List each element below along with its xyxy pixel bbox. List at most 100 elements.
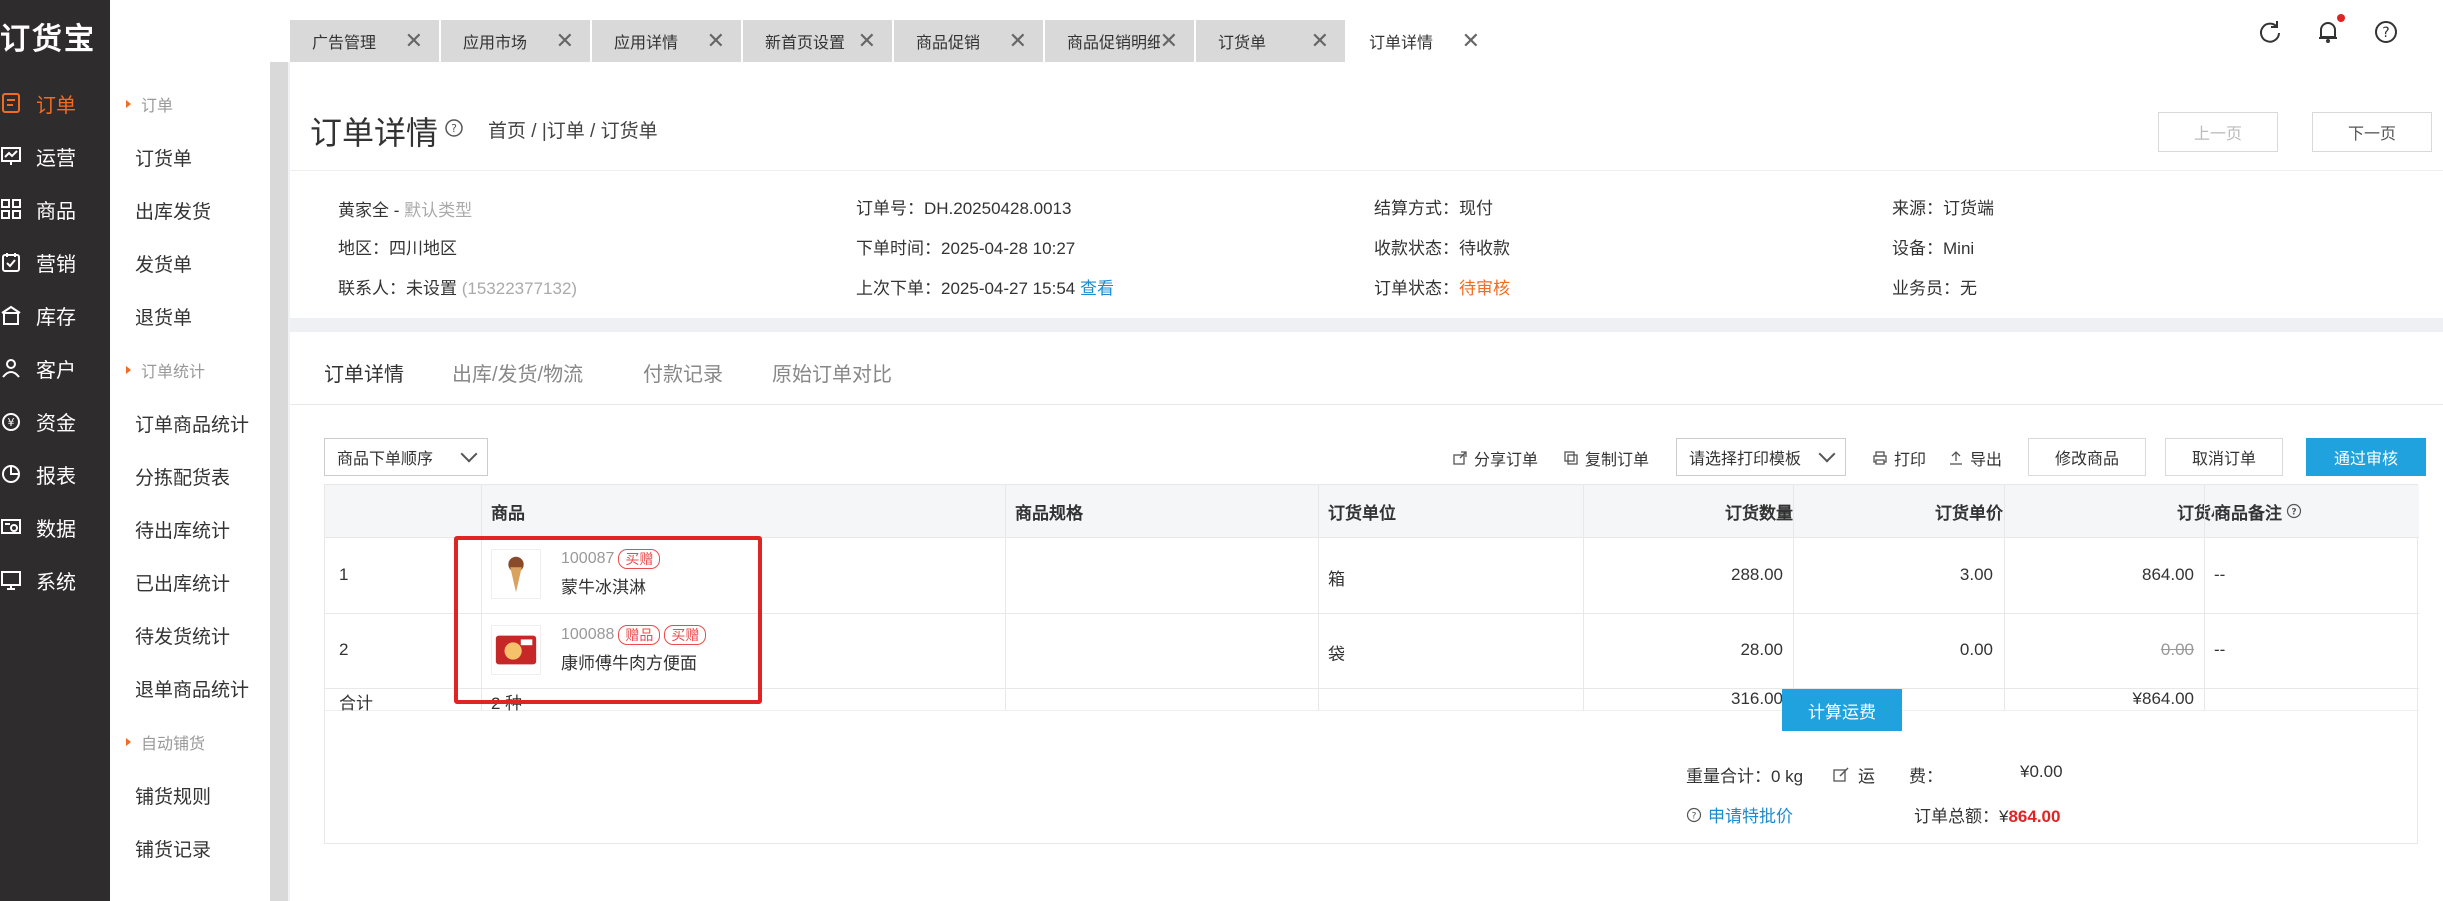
- refresh-icon[interactable]: [2256, 18, 2284, 46]
- help-icon[interactable]: ?: [2372, 18, 2400, 46]
- question-circle-icon[interactable]: ?: [2286, 503, 2302, 519]
- order-icon: [0, 92, 22, 114]
- settlement-method: 结算方式：现付: [1374, 199, 1493, 218]
- close-icon[interactable]: ✕: [707, 28, 725, 54]
- weight-total: 重量合计：0 kg: [1686, 767, 1804, 786]
- submenu-item-outbound[interactable]: 出库发货: [135, 197, 211, 224]
- export-button[interactable]: 导出: [1948, 446, 2002, 470]
- question-circle-icon[interactable]: ?: [444, 118, 464, 138]
- bell-icon[interactable]: [2314, 18, 2342, 46]
- tab-app-market[interactable]: 应用市场 ✕: [441, 20, 592, 62]
- submenu-item-order-list[interactable]: 订货单: [135, 144, 192, 171]
- submenu-item-pending-delivery[interactable]: 待发货统计: [135, 622, 230, 649]
- nav-label: 资金: [36, 412, 76, 435]
- nav-item-report[interactable]: 报表: [0, 451, 110, 497]
- nav-item-order[interactable]: 订单: [0, 80, 110, 126]
- approve-button[interactable]: 通过审核: [2306, 438, 2426, 476]
- tab-order-detail-content[interactable]: 订单详情: [324, 358, 404, 387]
- tabs-underline: [290, 404, 2443, 405]
- nav-item-system[interactable]: 系统: [0, 557, 110, 603]
- caret-right-icon: [126, 738, 131, 746]
- nav-item-marketing[interactable]: 营销: [0, 239, 110, 285]
- nav-item-customer[interactable]: 客户: [0, 345, 110, 391]
- prev-page-button[interactable]: 上一页: [2158, 112, 2278, 152]
- tab-promo-detail[interactable]: 商品促销明细 ✕: [1045, 20, 1196, 62]
- tab-ad[interactable]: 广告管理 ✕: [290, 20, 441, 62]
- nav-item-operate[interactable]: 运营: [0, 133, 110, 179]
- svg-text:?: ?: [2382, 25, 2389, 41]
- system-icon: [0, 569, 22, 591]
- close-icon[interactable]: ✕: [556, 28, 574, 54]
- cancel-order-button[interactable]: 取消订单: [2165, 438, 2283, 476]
- close-icon[interactable]: ✕: [1311, 28, 1329, 54]
- submenu-item-pending-outbound[interactable]: 待出库统计: [135, 516, 230, 543]
- sort-select[interactable]: 商品下单顺序: [324, 438, 488, 476]
- page-title: 订单详情: [310, 115, 439, 151]
- order-header-card: 订单详情 ? 首页 / |订单 / 订货单 上一页 下一页 黄家全 - 默认类型…: [290, 62, 2443, 318]
- submenu-item-records[interactable]: 铺货记录: [135, 835, 211, 862]
- submenu-item-delivery[interactable]: 发货单: [135, 250, 192, 277]
- tab-order-list[interactable]: 订货单 ✕: [1196, 20, 1347, 62]
- submenu-item-return-goods-stats[interactable]: 退单商品统计: [135, 675, 249, 702]
- close-icon[interactable]: ✕: [1462, 28, 1480, 54]
- copy-order-button[interactable]: 复制订单: [1563, 446, 1649, 470]
- col-divider: [2004, 485, 2005, 710]
- submenu-item-rules[interactable]: 铺货规则: [135, 782, 211, 809]
- close-icon[interactable]: ✕: [1160, 28, 1178, 54]
- submenu-item-order-goods-stats[interactable]: 订单商品统计: [135, 410, 249, 437]
- price-cell: 3.00: [1959, 565, 1993, 584]
- submenu-item-picking[interactable]: 分拣配货表: [135, 463, 230, 490]
- edit-icon[interactable]: [1832, 766, 1850, 784]
- device: 设备：Mini: [1892, 239, 1975, 258]
- customer-name: 黄家全 - 默认类型: [338, 201, 473, 220]
- close-icon[interactable]: ✕: [1009, 28, 1027, 54]
- order-time: 下单时间：2025-04-28 10:27: [856, 239, 1076, 258]
- share-order-button[interactable]: 分享订单: [1452, 446, 1538, 470]
- app-root: 订货宝 订单 运营 商品 营销 库存 客户 ¥ 资金 报表 数据 系统 订单 订…: [0, 0, 2443, 901]
- svg-text:?: ?: [1692, 811, 1697, 821]
- breadcrumb[interactable]: 首页 / |订单 / 订货单: [488, 116, 658, 143]
- submenu-item-outbound-stats[interactable]: 已出库统计: [135, 569, 230, 596]
- tab-app-detail[interactable]: 应用详情 ✕: [592, 20, 743, 62]
- tab-payment-records[interactable]: 付款记录: [643, 358, 723, 387]
- nav-label: 客户: [36, 359, 76, 382]
- calc-freight-button[interactable]: 计算运费: [1782, 689, 1902, 731]
- print-button[interactable]: 打印: [1872, 446, 1926, 470]
- submenu-item-return[interactable]: 退货单: [135, 303, 192, 330]
- nav-label: 商品: [36, 200, 76, 223]
- copy-icon: [1564, 451, 1578, 465]
- next-page-button[interactable]: 下一页: [2312, 112, 2432, 152]
- nav-label: 系统: [36, 571, 76, 594]
- question-circle-icon: ?: [1686, 807, 1702, 822]
- order-total: 订单总额：¥864.00: [1914, 807, 2061, 826]
- nav-item-goods[interactable]: 商品: [0, 186, 110, 232]
- tab-order-detail[interactable]: 订单详情 ✕: [1347, 20, 1498, 62]
- price-cell: 0.00: [1959, 640, 1993, 659]
- qty-cell: 288.00: [1731, 565, 1783, 584]
- region: 地区：四川地区: [338, 239, 457, 258]
- special-price-link[interactable]: ? 申请特批价: [1686, 802, 1793, 827]
- tab-home-settings[interactable]: 新首页设置 ✕: [743, 20, 894, 62]
- col-header-price: 订货单价: [1803, 485, 2003, 537]
- view-link[interactable]: 查看: [1080, 279, 1114, 298]
- nav-item-inventory[interactable]: 库存: [0, 292, 110, 338]
- submenu-group-stats: 订单统计: [126, 358, 205, 382]
- close-icon[interactable]: ✕: [405, 28, 423, 54]
- print-template-select[interactable]: 请选择打印模板: [1676, 438, 1846, 476]
- content-area: 订单详情 ? 首页 / |订单 / 订货单 上一页 下一页 黄家全 - 默认类型…: [290, 62, 2443, 901]
- nav-item-data[interactable]: 数据: [0, 504, 110, 550]
- caret-right-icon: [126, 100, 131, 108]
- salesman: 业务员：无: [1892, 279, 1977, 298]
- submenu-group-order: 订单: [126, 92, 173, 116]
- subtotal-cell: 0.00: [2160, 640, 2194, 659]
- col-divider: [1583, 485, 1584, 710]
- tab-original-compare[interactable]: 原始订单对比: [772, 358, 892, 387]
- tab-logistics[interactable]: 出库/发货/物流: [452, 358, 583, 387]
- nav-item-money[interactable]: ¥ 资金: [0, 398, 110, 444]
- tab-promo[interactable]: 商品促销 ✕: [894, 20, 1045, 62]
- note-cell: --: [2214, 565, 2226, 584]
- notification-dot: [2337, 14, 2345, 22]
- modify-goods-button[interactable]: 修改商品: [2028, 438, 2146, 476]
- close-icon[interactable]: ✕: [858, 28, 876, 54]
- main-nav: 订货宝 订单 运营 商品 营销 库存 客户 ¥ 资金 报表 数据 系统: [0, 0, 110, 901]
